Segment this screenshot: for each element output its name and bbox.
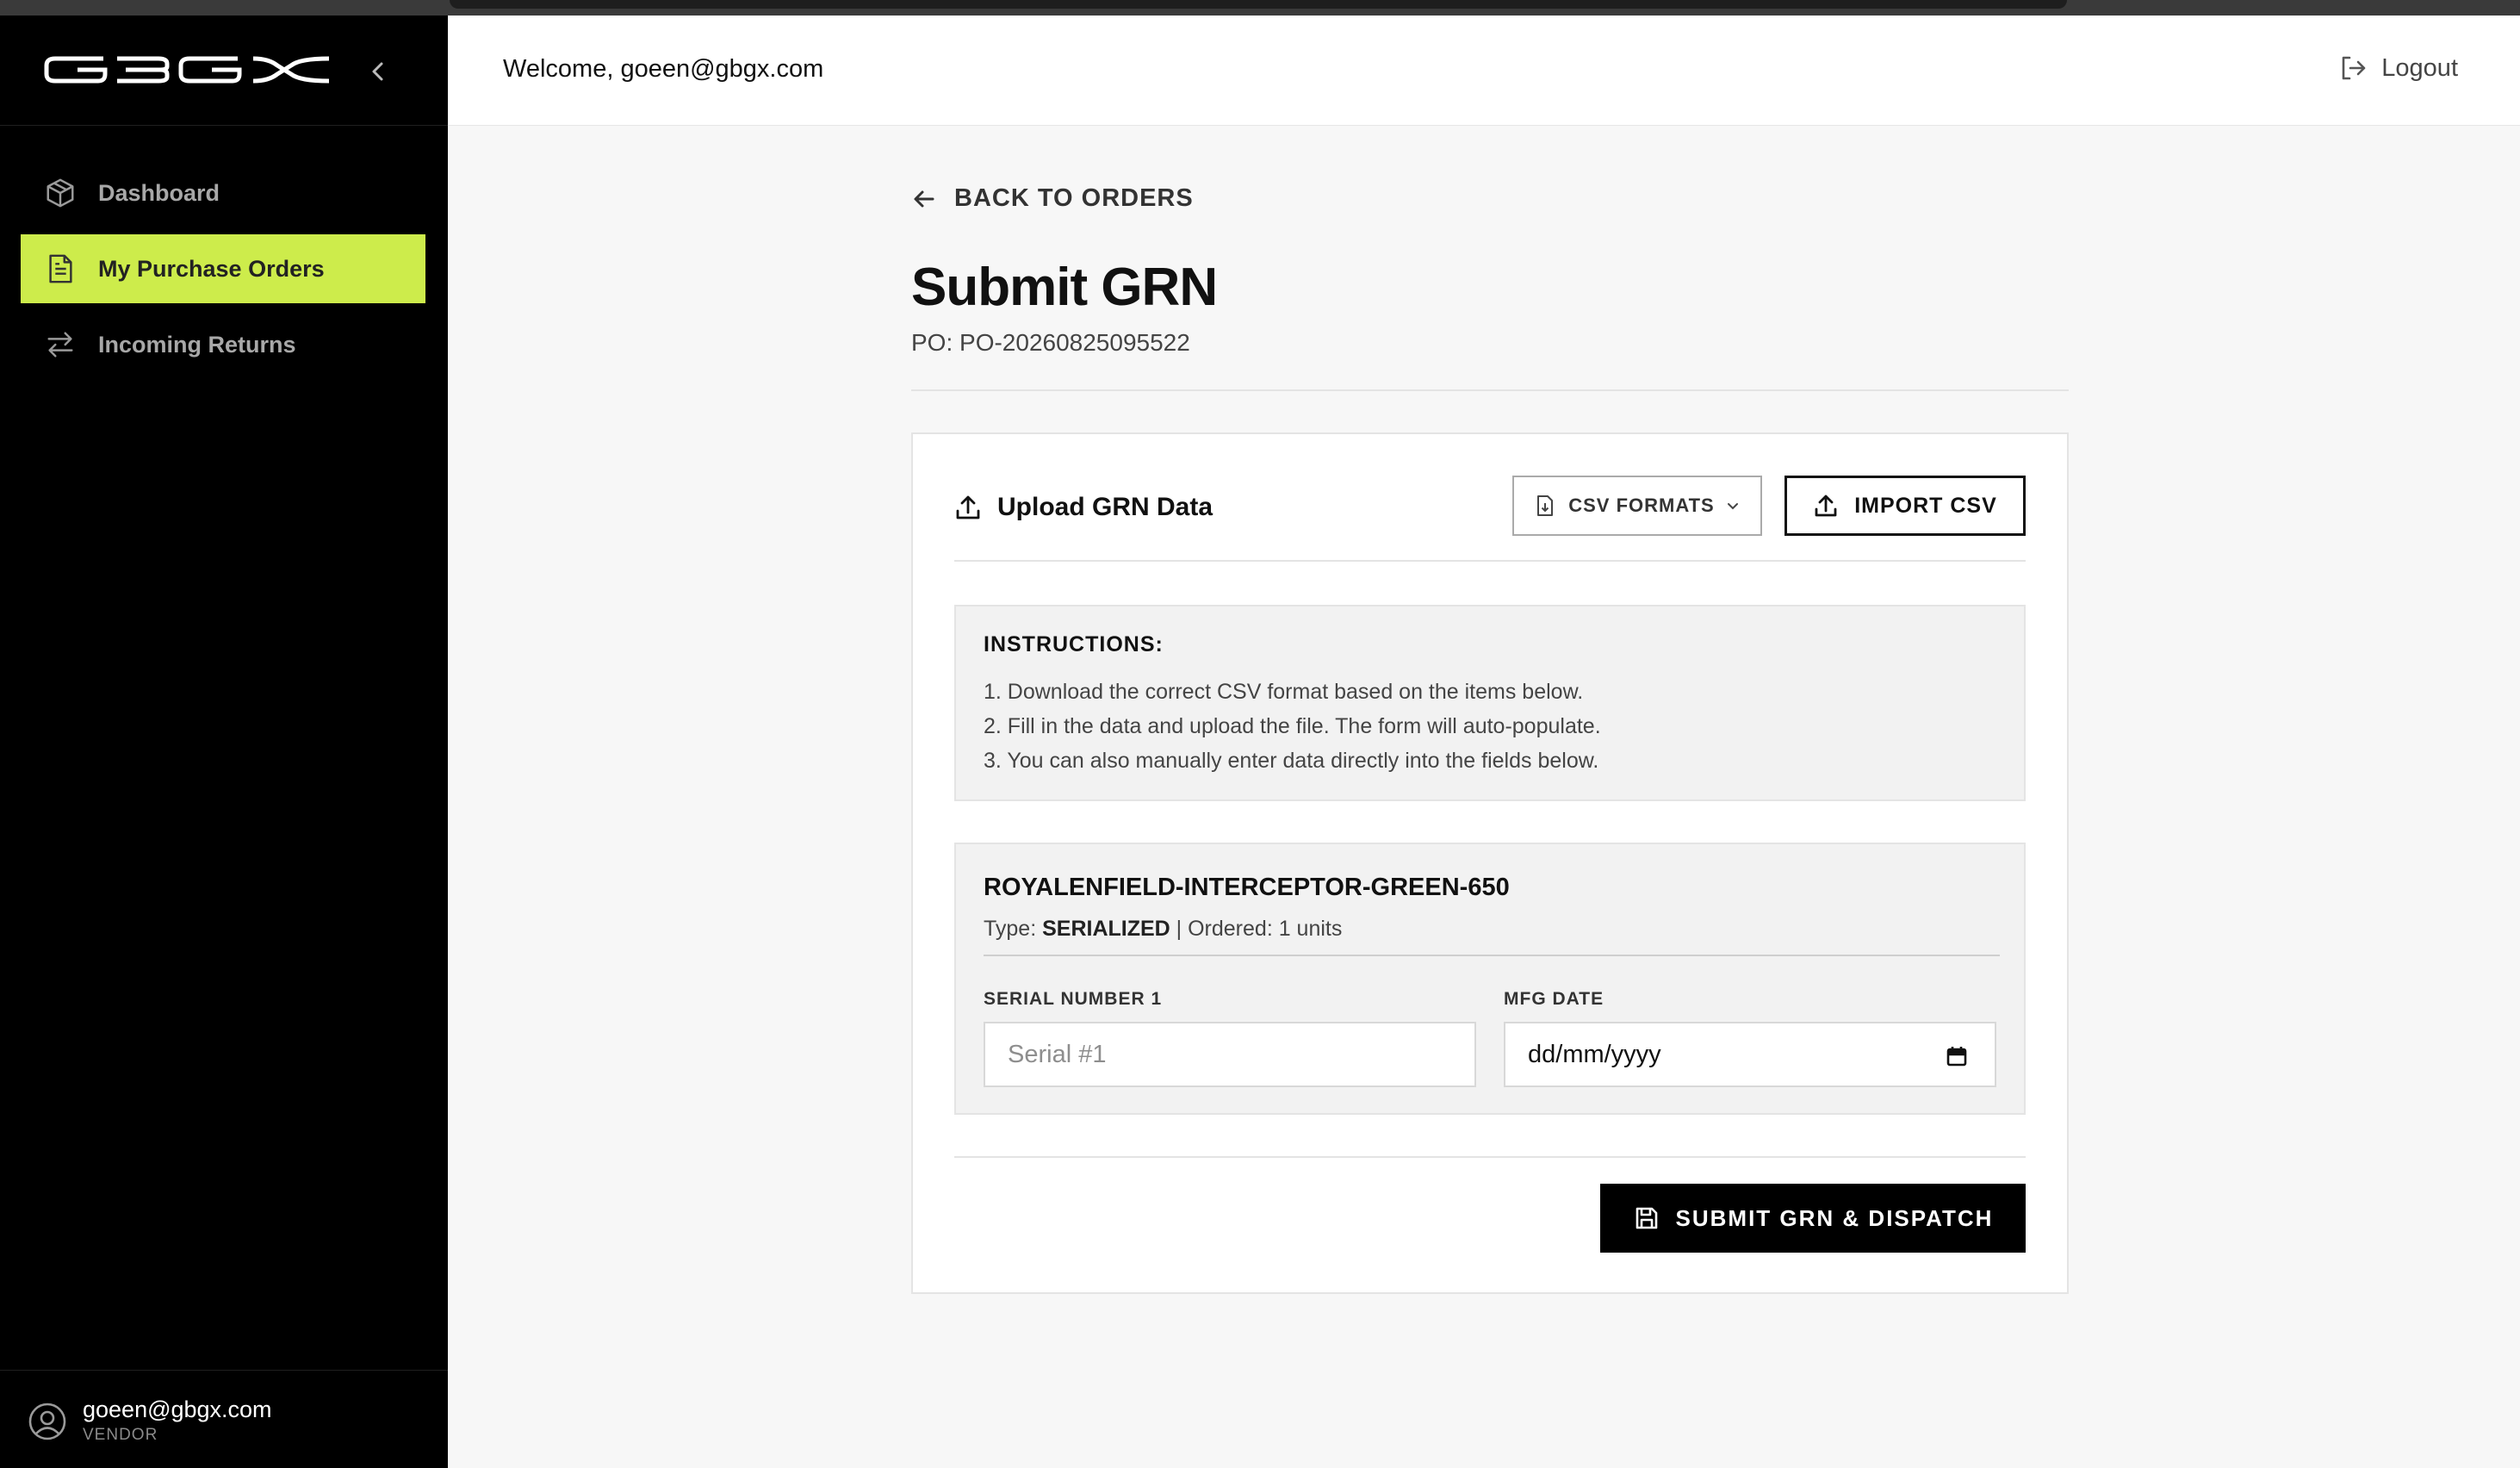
mfg-date-input[interactable]: dd/mm/yyyy	[1504, 1022, 1996, 1087]
arrow-left-icon	[914, 190, 934, 207]
user-avatar-icon	[28, 1403, 66, 1440]
sidebar-item-my-purchase-orders[interactable]: My Purchase Orders	[21, 234, 425, 303]
upload-icon	[956, 495, 980, 519]
item-sku: ROYALENFIELD-INTERCEPTOR-GREEN-650	[984, 874, 1510, 901]
divider	[911, 389, 2069, 391]
welcome-text: Welcome, goeen@gbgx.com	[503, 55, 824, 83]
item-ordered: | Ordered: 1 units	[1170, 917, 1343, 941]
divider	[984, 955, 2000, 956]
instruction-line: 2. Fill in the data and upload the file.…	[984, 714, 1601, 738]
page-title: Submit GRN	[911, 258, 1218, 317]
instruction-line: 1. Download the correct CSV format based…	[984, 680, 1584, 704]
serial-number-label: SERIAL NUMBER 1	[984, 989, 1163, 1009]
browser-tab-bar	[450, 0, 2067, 9]
upload-icon	[1815, 495, 1837, 517]
sidebar-item-label: Dashboard	[98, 179, 220, 206]
file-download-icon	[1537, 495, 1554, 516]
submit-label: SUBMIT GRN & DISPATCH	[1675, 1204, 1994, 1231]
serial-number-input[interactable]: Serial #1	[984, 1022, 1476, 1087]
import-csv-button[interactable]: IMPORT CSV	[1784, 476, 2026, 536]
browser-top-strip	[0, 0, 2520, 16]
instructions-heading: INSTRUCTIONS:	[984, 632, 1164, 656]
divider	[954, 1156, 2026, 1158]
top-header: Welcome, goeen@gbgx.com Logout	[448, 16, 2520, 126]
logout-icon	[2342, 56, 2366, 80]
csv-formats-label: CSV FORMATS	[1568, 495, 1715, 516]
save-icon	[1636, 1207, 1657, 1229]
swap-arrows-icon	[43, 327, 78, 362]
upload-section-title: Upload GRN Data	[954, 493, 1213, 522]
upload-header: Upload GRN Data CSV FORMATS IMPORT CSV	[954, 476, 2026, 562]
sidebar-item-label: Incoming Returns	[98, 331, 296, 358]
gbgx-logo	[44, 56, 330, 84]
csv-formats-dropdown[interactable]: CSV FORMATS	[1512, 476, 1762, 536]
mfg-date-label: MFG DATE	[1504, 989, 1604, 1009]
upload-title-text: Upload GRN Data	[997, 493, 1213, 521]
instruction-line: 3. You can also manually enter data dire…	[984, 749, 1599, 773]
sidebar: Dashboard My Purchase Orders Incoming Re…	[0, 16, 448, 1468]
grn-item: ROYALENFIELD-INTERCEPTOR-GREEN-650 Type:…	[954, 843, 2026, 1115]
sidebar-item-dashboard[interactable]: Dashboard	[21, 159, 425, 227]
item-type-prefix: Type:	[984, 917, 1043, 941]
sidebar-item-incoming-returns[interactable]: Incoming Returns	[21, 310, 425, 379]
instructions-box: INSTRUCTIONS: 1. Download the correct CS…	[954, 605, 2026, 801]
chevron-down-icon	[1727, 503, 1738, 510]
collapse-sidebar-icon[interactable]	[365, 59, 391, 84]
logout-label: Logout	[2381, 53, 2458, 82]
po-number: PO: PO-20260825095522	[911, 329, 1190, 356]
sidebar-item-label: My Purchase Orders	[98, 255, 325, 282]
back-label: BACK TO ORDERS	[954, 184, 1194, 212]
document-icon	[43, 252, 78, 286]
submit-grn-button[interactable]: SUBMIT GRN & DISPATCH	[1600, 1184, 2026, 1253]
grn-form-card: Upload GRN Data CSV FORMATS IMPORT CSV I…	[911, 432, 2069, 1294]
user-role: VENDOR	[83, 1426, 158, 1444]
item-type: SERIALIZED	[1042, 917, 1170, 941]
item-meta: Type: SERIALIZED | Ordered: 1 units	[984, 917, 1342, 942]
back-to-orders-link[interactable]: BACK TO ORDERS	[911, 184, 1194, 213]
calendar-icon[interactable]	[1945, 1044, 1969, 1068]
import-csv-label: IMPORT CSV	[1854, 493, 1997, 518]
package-icon	[43, 176, 78, 210]
logout-button[interactable]: Logout	[2338, 53, 2458, 83]
sidebar-logo-row	[0, 16, 448, 126]
sidebar-user[interactable]: goeen@gbgx.com VENDOR	[0, 1370, 448, 1468]
mfg-date-value: dd/mm/yyyy	[1528, 1040, 1661, 1068]
user-email: goeen@gbgx.com	[83, 1396, 272, 1422]
sidebar-nav: Dashboard My Purchase Orders Incoming Re…	[21, 159, 425, 386]
